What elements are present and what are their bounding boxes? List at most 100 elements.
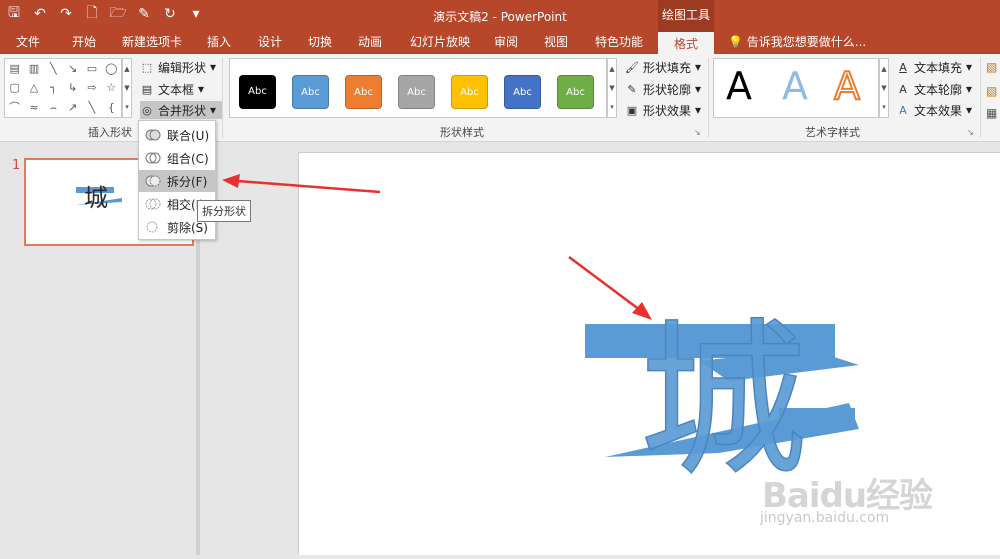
- line-shape-icon[interactable]: ╲: [50, 63, 57, 74]
- tab-file[interactable]: 文件: [16, 33, 40, 50]
- merge-shapes-icon: ◎: [142, 103, 152, 117]
- text-effects-label: 文本效果: [914, 103, 963, 118]
- scroll-up-icon[interactable]: ▲: [124, 65, 129, 73]
- paint-bucket-icon: 🖌: [625, 60, 639, 74]
- shape-effects-label: 形状效果: [643, 103, 692, 118]
- shape-style-swatch[interactable]: Abc: [504, 75, 541, 109]
- tab-home[interactable]: 开始: [72, 33, 96, 50]
- chevron-down-icon: ▾: [695, 60, 702, 74]
- edit-shape-label: 编辑形状: [158, 60, 207, 75]
- tab-new[interactable]: 新建选项卡: [122, 33, 182, 50]
- text-box-label: 文本框: [158, 82, 195, 97]
- menu-item-fragment[interactable]: 拆分(F): [139, 170, 215, 192]
- text-effects-button[interactable]: A 文本效果 ▾: [896, 101, 972, 119]
- merge-shapes-menu: 联合(U) 组合(C) 拆分(F) 相交(I) 剪除(S): [138, 120, 216, 240]
- freeform-shape-icon[interactable]: ⌒: [9, 102, 20, 113]
- vtextbox-shape-icon[interactable]: ▥: [29, 63, 39, 74]
- shape-effects-button[interactable]: ▣ 形状效果 ▾: [625, 101, 701, 119]
- tab-format[interactable]: 格式: [658, 30, 714, 54]
- arrange-icon[interactable]: ▧: [986, 60, 997, 74]
- shape-style-swatch[interactable]: Abc: [557, 75, 594, 109]
- arrow-line-shape-icon[interactable]: ↘: [68, 63, 77, 74]
- shape-style-swatch[interactable]: Abc: [345, 75, 382, 109]
- shape-style-swatch[interactable]: Abc: [451, 75, 488, 109]
- shape-outline-button[interactable]: ✎ 形状轮廓 ▾: [625, 80, 701, 98]
- shape-style-swatch[interactable]: Abc: [398, 75, 435, 109]
- dialog-launcher-icon[interactable]: ↘: [694, 128, 701, 137]
- text-effects-icon: A: [899, 103, 907, 117]
- text-outline-button[interactable]: A 文本轮廓 ▾: [896, 80, 972, 98]
- rounded-rect-shape-icon[interactable]: ▢: [9, 82, 19, 93]
- right-arrow-shape-icon[interactable]: ⇨: [87, 82, 96, 93]
- wordart-style-orange-outline[interactable]: A: [833, 66, 861, 106]
- subtract-icon: [146, 221, 158, 233]
- chevron-down-icon: ▾: [198, 82, 205, 96]
- merge-shapes-button[interactable]: ◎ 合并形状 ▾: [140, 101, 223, 119]
- ribbon-tabs: 文件 开始 新建选项卡 插入 设计 切换 动画 幻灯片放映 审阅 视图 特色功能…: [0, 30, 1000, 54]
- text-outline-label: 文本轮廓: [914, 82, 963, 97]
- shape-outline-label: 形状轮廓: [643, 82, 692, 97]
- more-icon[interactable]: ▾: [610, 103, 614, 111]
- tell-me-search[interactable]: 💡 告诉我您想要做什么...: [728, 33, 866, 50]
- shape-style-gallery[interactable]: Abc Abc Abc Abc Abc Abc Abc: [229, 58, 607, 118]
- wordart-styles-group-label: 艺术字样式: [805, 126, 860, 139]
- text-box-button[interactable]: ▤ 文本框 ▾: [140, 80, 204, 98]
- tab-slideshow[interactable]: 幻灯片放映: [410, 33, 470, 50]
- combine-icon: [145, 152, 161, 164]
- group-divider: [222, 58, 223, 138]
- tab-animations[interactable]: 动画: [358, 33, 382, 50]
- more-icon[interactable]: ▾: [882, 103, 886, 111]
- fragment-icon: [145, 175, 161, 187]
- shape-fill-button[interactable]: 🖌 形状填充 ▾: [625, 58, 701, 76]
- tab-design[interactable]: 设计: [258, 33, 282, 50]
- chevron-down-icon: ▾: [966, 82, 973, 96]
- scribble-shape-icon[interactable]: ≈: [29, 102, 38, 113]
- style-gallery-scroll[interactable]: ▲ ▼ ▾: [607, 58, 617, 118]
- arrange-icon[interactable]: ▦: [986, 106, 997, 120]
- wordart-style-black[interactable]: A: [726, 67, 752, 105]
- wordart-gallery-scroll[interactable]: ▲ ▼ ▾: [879, 58, 889, 118]
- scroll-down-icon[interactable]: ▼: [609, 84, 614, 92]
- more-icon[interactable]: ▾: [125, 103, 129, 111]
- tab-view[interactable]: 视图: [544, 33, 568, 50]
- scroll-down-icon[interactable]: ▼: [124, 84, 129, 92]
- shape-gallery-scroll[interactable]: ▲ ▼ ▾: [122, 58, 132, 118]
- rectangle-shape-icon[interactable]: ▭: [87, 63, 97, 74]
- tab-review[interactable]: 审阅: [494, 33, 518, 50]
- tell-me-text: 告诉我您想要做什么...: [746, 35, 867, 49]
- brace-shape-icon[interactable]: {: [108, 102, 115, 113]
- intersect-icon: [145, 198, 161, 210]
- textbox-shape-icon[interactable]: ▤: [9, 63, 19, 74]
- menu-item-union[interactable]: 联合(U): [139, 124, 215, 146]
- shape-style-swatch[interactable]: Abc: [292, 75, 329, 109]
- drawing-tools-context-label: 绘图工具: [658, 0, 714, 30]
- scroll-up-icon[interactable]: ▲: [881, 65, 886, 73]
- tab-transitions[interactable]: 切换: [308, 33, 332, 50]
- edit-shape-icon: ⬚: [141, 60, 153, 74]
- shape-style-swatch[interactable]: Abc: [239, 75, 276, 109]
- arc-arrow-icon[interactable]: ↗: [68, 102, 77, 113]
- chevron-down-icon: ▾: [966, 103, 973, 117]
- tab-insert[interactable]: 插入: [207, 33, 231, 50]
- text-fill-button[interactable]: A 文本填充 ▾: [896, 58, 972, 76]
- curve-shape-icon[interactable]: ⌢: [50, 102, 57, 113]
- star-shape-icon[interactable]: ☆: [106, 82, 116, 93]
- scroll-down-icon[interactable]: ▼: [881, 84, 886, 92]
- window-title: 演示文稿2 - PowerPoint: [433, 10, 567, 24]
- edit-shape-button[interactable]: ⬚ 编辑形状 ▾: [140, 58, 216, 76]
- wordart-gallery[interactable]: A A A: [713, 58, 879, 118]
- menu-item-combine[interactable]: 组合(C): [139, 147, 215, 169]
- scroll-up-icon[interactable]: ▲: [609, 65, 614, 73]
- wordart-style-blue[interactable]: A: [782, 67, 808, 105]
- insert-shapes-group-label: 插入形状: [88, 126, 132, 139]
- elbow-connector-icon[interactable]: ┐: [50, 82, 57, 93]
- tab-features[interactable]: 特色功能: [595, 33, 643, 50]
- arrange-icon[interactable]: ▧: [986, 84, 997, 98]
- text-outline-icon: A: [899, 82, 907, 96]
- triangle-shape-icon[interactable]: △: [30, 82, 38, 93]
- dialog-launcher-icon[interactable]: ↘: [967, 128, 974, 137]
- oval-shape-icon[interactable]: ◯: [105, 63, 117, 74]
- diagonal-line-icon[interactable]: ╲: [89, 102, 96, 113]
- shape-gallery[interactable]: ▤ ▥ ╲ ↘ ▭ ◯ ▢ △ ┐ ↳ ⇨ ☆ ⌒ ≈ ⌢ ↗ ╲ {: [4, 58, 122, 118]
- elbow-arrow-icon[interactable]: ↳: [68, 82, 77, 93]
